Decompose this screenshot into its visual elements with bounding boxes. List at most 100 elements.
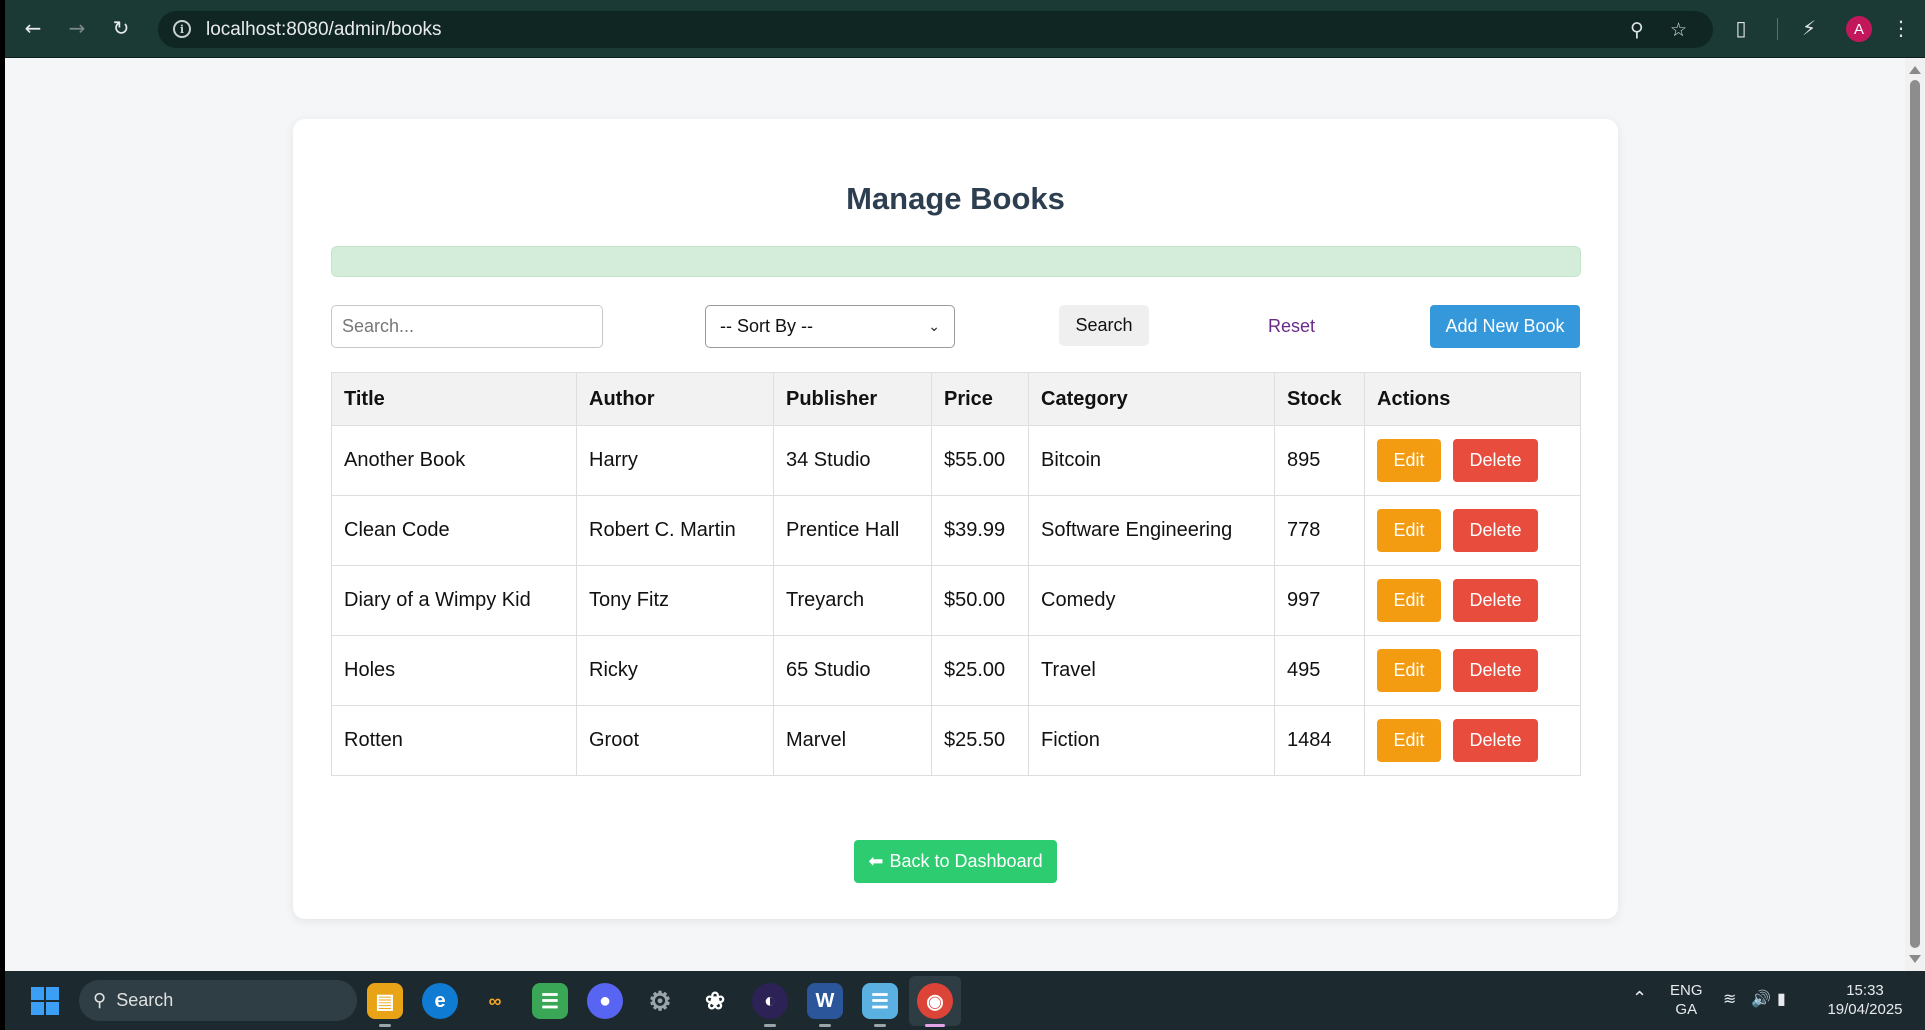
- reset-link[interactable]: Reset: [1268, 316, 1315, 337]
- page-scrollbar[interactable]: [1905, 58, 1925, 971]
- arrow-left-icon: ⬅: [868, 851, 884, 871]
- chatgpt-icon[interactable]: ❀: [697, 983, 733, 1019]
- cell-category: Bitcoin: [1028, 425, 1275, 496]
- cell-price: $55.00: [931, 425, 1029, 496]
- delete-button[interactable]: Delete: [1453, 509, 1538, 552]
- table-row: Another Book Harry 34 Studio $55.00 Bitc…: [331, 425, 1581, 496]
- cell-title: Holes: [331, 635, 577, 706]
- header-price: Price: [931, 372, 1029, 426]
- cell-actions: Edit Delete: [1364, 425, 1581, 496]
- eclipse-icon[interactable]: ◐: [752, 983, 788, 1027]
- status-alert: [331, 246, 1581, 277]
- sort-select[interactable]: -- Sort By -- ⌄: [705, 305, 955, 348]
- table-row: Diary of a Wimpy Kid Tony Fitz Treyarch …: [331, 565, 1581, 636]
- info-icon[interactable]: i: [173, 20, 191, 38]
- browser-toolbar: ← → ↻ i localhost:8080/admin/books ⚲ ☆ ▯…: [5, 0, 1925, 58]
- menu-icon[interactable]: ⋮: [1887, 14, 1915, 42]
- taskbar-search[interactable]: ⚲ Search: [79, 980, 357, 1021]
- edit-button[interactable]: Edit: [1377, 719, 1441, 762]
- delete-button[interactable]: Delete: [1453, 719, 1538, 762]
- reload-icon[interactable]: ↻: [107, 14, 135, 42]
- cell-actions: Edit Delete: [1364, 565, 1581, 636]
- search-input[interactable]: [331, 305, 603, 348]
- cell-actions: Edit Delete: [1364, 635, 1581, 706]
- cell-publisher: Treyarch: [773, 565, 932, 636]
- delete-button[interactable]: Delete: [1453, 649, 1538, 692]
- cell-title: Rotten: [331, 705, 577, 776]
- word-icon[interactable]: W: [807, 983, 843, 1027]
- lang-line2: GA: [1675, 1001, 1698, 1018]
- forward-icon[interactable]: →: [63, 14, 91, 42]
- cell-stock: 778: [1274, 495, 1365, 566]
- table-header-row: Title Author Publisher Price Category St…: [331, 372, 1581, 426]
- cell-author: Ricky: [576, 635, 774, 706]
- page-viewport: Manage Books -- Sort By -- ⌄ Search Rese…: [5, 58, 1905, 971]
- wifi-icon[interactable]: ≋: [1723, 990, 1736, 1009]
- discord-icon[interactable]: ●: [587, 983, 623, 1019]
- cell-publisher: 34 Studio: [773, 425, 932, 496]
- cell-actions: Edit Delete: [1364, 495, 1581, 566]
- star-icon[interactable]: ☆: [1670, 19, 1687, 41]
- windows-taskbar: ⚲ Search ▤ e ∞ ☰ ● ⚙ ❀ ◐ W ☰ ◉ ⌃ ENG GA …: [5, 971, 1925, 1030]
- delete-button[interactable]: Delete: [1453, 579, 1538, 622]
- url-text[interactable]: localhost:8080/admin/books: [206, 19, 442, 41]
- cell-author: Robert C. Martin: [576, 495, 774, 566]
- table-row: Rotten Groot Marvel $25.50 Fiction 1484 …: [331, 705, 1581, 776]
- cell-price: $39.99: [931, 495, 1029, 566]
- cell-title: Another Book: [331, 425, 577, 496]
- chevron-down-icon: ⌄: [928, 318, 940, 334]
- add-new-book-button[interactable]: Add New Book: [1430, 305, 1580, 348]
- back-to-dashboard-button[interactable]: ⬅ Back to Dashboard: [854, 840, 1057, 883]
- cell-category: Fiction: [1028, 705, 1275, 776]
- search-button[interactable]: Search: [1059, 305, 1149, 346]
- performance-icon[interactable]: ⚡: [1795, 14, 1823, 42]
- cell-stock: 495: [1274, 635, 1365, 706]
- chevron-up-icon[interactable]: ⌃: [1632, 989, 1647, 1008]
- manage-books-card: Manage Books -- Sort By -- ⌄ Search Rese…: [293, 119, 1618, 919]
- header-category: Category: [1028, 372, 1275, 426]
- cell-category: Software Engineering: [1028, 495, 1275, 566]
- cell-publisher: Prentice Hall: [773, 495, 932, 566]
- header-title: Title: [331, 372, 577, 426]
- header-publisher: Publisher: [773, 372, 932, 426]
- clock[interactable]: 15:33 19/04/2025: [1820, 981, 1910, 1019]
- header-stock: Stock: [1274, 372, 1365, 426]
- windows-start-icon[interactable]: [31, 987, 59, 1015]
- scroll-up-arrow-icon[interactable]: [1909, 66, 1921, 74]
- cell-price: $25.00: [931, 635, 1029, 706]
- address-bar[interactable]: i localhost:8080/admin/books ⚲ ☆: [158, 11, 1713, 48]
- chrome-icon[interactable]: ◉: [917, 983, 953, 1027]
- back-icon[interactable]: ←: [19, 14, 47, 42]
- toolbar-divider: [1777, 18, 1778, 40]
- cell-publisher: Marvel: [773, 705, 932, 776]
- cell-actions: Edit Delete: [1364, 705, 1581, 776]
- edit-button[interactable]: Edit: [1377, 649, 1441, 692]
- file-explorer-icon[interactable]: ▤: [367, 983, 403, 1027]
- scroll-down-arrow-icon[interactable]: [1909, 955, 1921, 963]
- table-row: Holes Ricky 65 Studio $25.00 Travel 495 …: [331, 635, 1581, 706]
- notepad-icon[interactable]: ☰: [862, 983, 898, 1027]
- edge-icon[interactable]: e: [422, 983, 458, 1019]
- layers-app-icon[interactable]: ☰: [532, 983, 568, 1019]
- volume-icon[interactable]: 🔊: [1751, 990, 1771, 1009]
- header-author: Author: [576, 372, 774, 426]
- table-row: Clean Code Robert C. Martin Prentice Hal…: [331, 495, 1581, 566]
- delete-button[interactable]: Delete: [1453, 439, 1538, 482]
- scrollbar-thumb[interactable]: [1910, 80, 1920, 948]
- cell-publisher: 65 Studio: [773, 635, 932, 706]
- sort-select-value: -- Sort By --: [720, 316, 813, 336]
- copilot-icon[interactable]: ∞: [477, 983, 513, 1019]
- extensions-icon[interactable]: ▯: [1727, 14, 1755, 42]
- profile-avatar[interactable]: A: [1846, 16, 1872, 42]
- edit-button[interactable]: Edit: [1377, 579, 1441, 622]
- edit-button[interactable]: Edit: [1377, 439, 1441, 482]
- cell-title: Diary of a Wimpy Kid: [331, 565, 577, 636]
- cell-author: Groot: [576, 705, 774, 776]
- settings-gear-icon[interactable]: ⚙: [642, 983, 678, 1019]
- cell-price: $50.00: [931, 565, 1029, 636]
- language-indicator[interactable]: ENG GA: [1670, 981, 1703, 1019]
- edit-button[interactable]: Edit: [1377, 509, 1441, 552]
- search-icon: ⚲: [93, 990, 107, 1010]
- zoom-icon[interactable]: ⚲: [1630, 19, 1644, 41]
- battery-icon[interactable]: ▮: [1777, 990, 1786, 1009]
